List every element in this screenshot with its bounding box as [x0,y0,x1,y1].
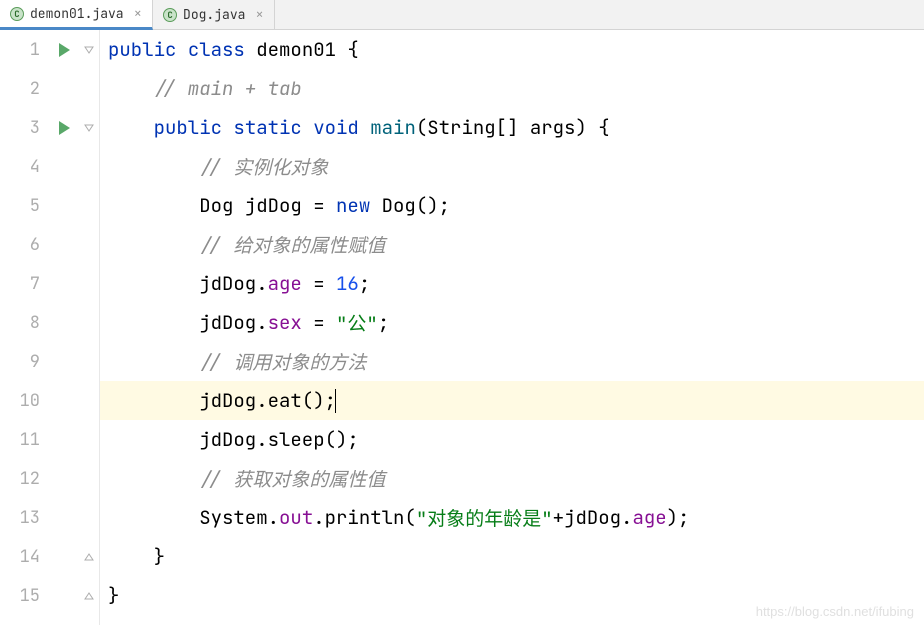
code-line[interactable]: // 调用对象的方法 [100,342,924,381]
code-line[interactable]: // main + tab [100,69,924,108]
code-line[interactable]: // 获取对象的属性值 [100,459,924,498]
code-area[interactable]: public class demon01 { // main + tab pub… [100,30,924,625]
tab-demon01[interactable]: C demon01.java × [0,0,153,30]
line-number: 9 [0,342,40,381]
run-marker-slot [50,342,78,381]
close-icon[interactable]: × [134,5,142,23]
code-line[interactable]: jdDog.eat(); [100,381,924,420]
tab-label: demon01.java [30,5,124,22]
line-number: 14 [0,537,40,576]
class-icon: C [10,7,24,21]
fold-slot [78,147,99,186]
code-line[interactable]: Dog jdDog = new Dog(); [100,186,924,225]
line-number: 13 [0,498,40,537]
run-marker-slot [50,537,78,576]
fold-slot [78,342,99,381]
fold-slot [78,498,99,537]
code-line[interactable]: // 给对象的属性赋值 [100,225,924,264]
run-marker-slot [50,30,78,69]
code-line[interactable]: } [100,537,924,576]
tab-label: Dog.java [183,6,245,23]
run-marker-slot [50,303,78,342]
fold-open-icon[interactable] [83,122,95,134]
code-line[interactable]: // 实例化对象 [100,147,924,186]
fold-gutter [78,30,100,625]
fold-slot [78,303,99,342]
close-icon[interactable]: × [255,6,263,24]
line-number: 6 [0,225,40,264]
line-number: 1 [0,30,40,69]
editor-tabs: C demon01.java × C Dog.java × [0,0,924,30]
line-number: 5 [0,186,40,225]
line-number: 2 [0,69,40,108]
run-marker-slot [50,459,78,498]
run-icon[interactable] [59,121,70,135]
line-number: 3 [0,108,40,147]
line-number: 8 [0,303,40,342]
line-number-gutter: 123456789101112131415 [0,30,50,625]
code-line[interactable]: jdDog.age = 16; [100,264,924,303]
fold-slot [78,576,99,615]
line-number: 7 [0,264,40,303]
code-line[interactable]: System.out.println("对象的年龄是"+jdDog.age); [100,498,924,537]
line-number: 10 [0,381,40,420]
tab-dog[interactable]: C Dog.java × [153,0,275,29]
run-icon[interactable] [59,43,70,57]
fold-close-icon[interactable] [83,590,95,602]
fold-slot [78,69,99,108]
watermark: https://blog.csdn.net/ifubing [756,604,914,619]
run-marker-slot [50,420,78,459]
run-marker-slot [50,225,78,264]
fold-open-icon[interactable] [83,44,95,56]
fold-close-icon[interactable] [83,551,95,563]
run-marker-slot [50,498,78,537]
run-marker-slot [50,186,78,225]
fold-slot [78,186,99,225]
run-gutter [50,30,78,625]
line-number: 4 [0,147,40,186]
code-line[interactable]: jdDog.sleep(); [100,420,924,459]
run-marker-slot [50,576,78,615]
code-line[interactable]: public class demon01 { [100,30,924,69]
text-cursor [335,389,336,413]
code-editor[interactable]: 123456789101112131415 public class demon… [0,30,924,625]
fold-slot [78,459,99,498]
fold-slot [78,108,99,147]
fold-slot [78,30,99,69]
line-number: 12 [0,459,40,498]
run-marker-slot [50,147,78,186]
fold-slot [78,420,99,459]
line-number: 15 [0,576,40,615]
class-icon: C [163,8,177,22]
code-line[interactable]: jdDog.sex = "公"; [100,303,924,342]
line-number: 11 [0,420,40,459]
fold-slot [78,381,99,420]
code-line[interactable]: public static void main(String[] args) { [100,108,924,147]
fold-slot [78,537,99,576]
fold-slot [78,225,99,264]
run-marker-slot [50,381,78,420]
run-marker-slot [50,264,78,303]
fold-slot [78,264,99,303]
run-marker-slot [50,69,78,108]
run-marker-slot [50,108,78,147]
